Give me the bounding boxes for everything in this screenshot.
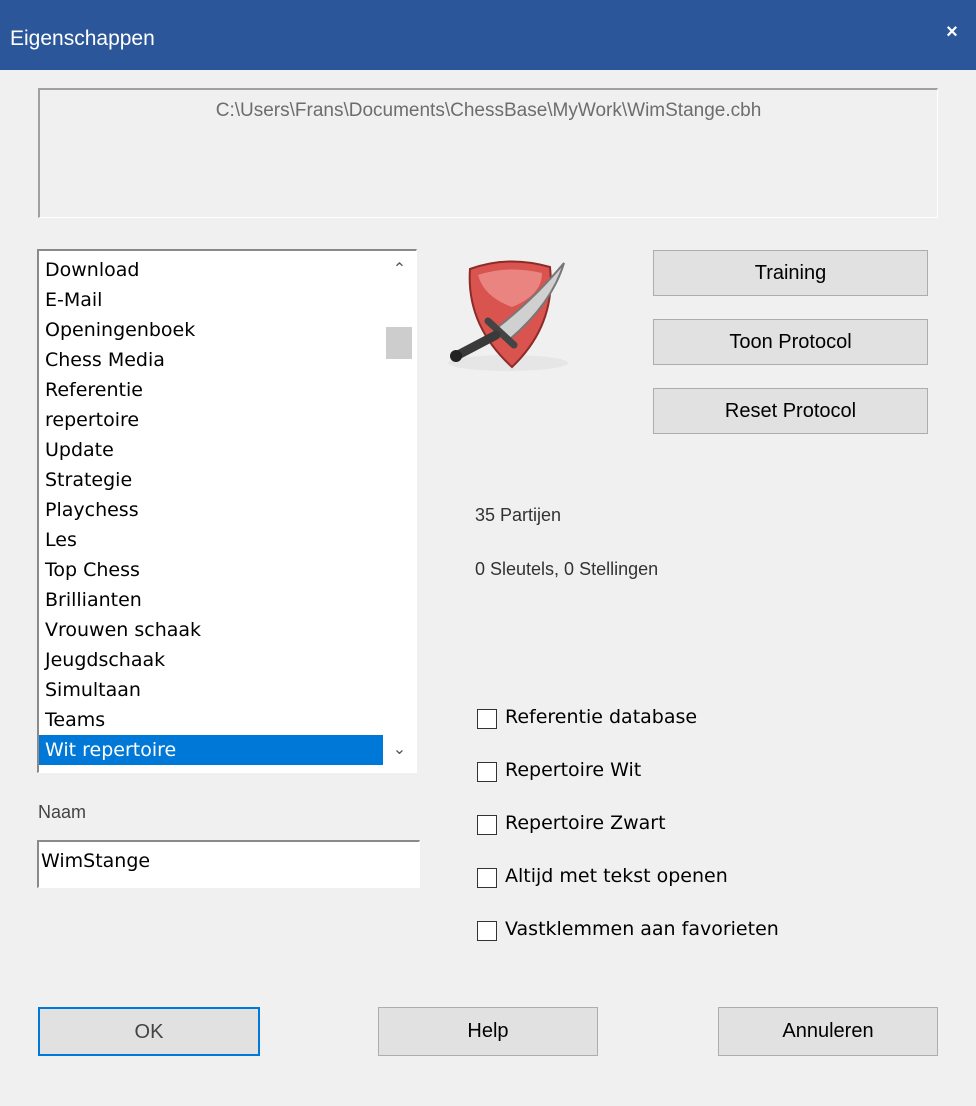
- list-item[interactable]: Wit repertoire: [39, 735, 387, 765]
- ok-button[interactable]: OK: [38, 1007, 260, 1056]
- show-protocol-button[interactable]: Toon Protocol: [653, 319, 928, 365]
- list-item[interactable]: Brillianten: [39, 585, 387, 615]
- list-item[interactable]: Simultaan: [39, 675, 387, 705]
- list-item[interactable]: Vrouwen schaak: [39, 615, 387, 645]
- help-button[interactable]: Help: [378, 1007, 598, 1056]
- reset-protocol-button[interactable]: Reset Protocol: [653, 388, 928, 434]
- list-item[interactable]: Top Chess: [39, 555, 387, 585]
- game-count: 35 Partijen: [475, 505, 562, 525]
- list-item[interactable]: Playchess: [39, 495, 387, 525]
- checkbox-box[interactable]: [477, 815, 497, 835]
- scroll-down-icon[interactable]: ⌄: [383, 735, 416, 765]
- repertoire-white-checkbox[interactable]: Repertoire Wit: [475, 751, 878, 795]
- list-item[interactable]: Chess Media: [39, 345, 387, 375]
- checkbox-label: Altijd met tekst openen: [505, 865, 728, 887]
- cancel-button[interactable]: Annuleren: [718, 1007, 938, 1056]
- name-label: Naam: [38, 802, 87, 822]
- list-item[interactable]: Download: [39, 255, 387, 285]
- list-scrollbar[interactable]: ⌃ ⌄: [383, 251, 416, 772]
- database-path: C:\Users\Frans\Documents\ChessBase\MyWor…: [215, 100, 762, 121]
- shield-sword-icon: [448, 260, 568, 371]
- list-item[interactable]: repertoire: [39, 405, 387, 435]
- title-bar: Eigenschappen ×: [0, 0, 976, 70]
- list-item[interactable]: Update: [39, 435, 387, 465]
- checkbox-box[interactable]: [477, 868, 497, 888]
- list-item[interactable]: Les: [39, 525, 387, 555]
- database-type-list[interactable]: Download E-Mail Openingenboek Chess Media Re…: [37, 249, 417, 773]
- list-item[interactable]: Strategie: [39, 465, 387, 495]
- checkbox-label: Vastklemmen aan favorieten: [505, 918, 779, 940]
- checkbox-box[interactable]: [477, 762, 497, 782]
- database-path-box: C:\Users\Frans\Documents\ChessBase\MyWor…: [38, 88, 938, 218]
- window-title: Eigenschappen: [10, 27, 155, 50]
- always-open-text-checkbox[interactable]: Altijd met tekst openen: [475, 857, 878, 901]
- close-icon[interactable]: ×: [938, 18, 966, 46]
- checkbox-label: Repertoire Zwart: [505, 812, 666, 834]
- list-item[interactable]: Teams: [39, 705, 387, 735]
- scroll-thumb[interactable]: [386, 327, 412, 359]
- checkbox-label: Repertoire Wit: [505, 759, 642, 781]
- list-item[interactable]: E-Mail: [39, 285, 387, 315]
- checkbox-label: Referentie database: [505, 706, 698, 728]
- pin-to-favorites-checkbox[interactable]: Vastklemmen aan favorieten: [475, 910, 878, 954]
- repertoire-black-checkbox[interactable]: Repertoire Zwart: [475, 804, 878, 848]
- list-item[interactable]: Jeugdschaak: [39, 645, 387, 675]
- list-items: Download E-Mail Openingenboek Chess Media Re…: [39, 255, 387, 765]
- list-item[interactable]: Openingenboek: [39, 315, 387, 345]
- list-item[interactable]: Referentie: [39, 375, 387, 405]
- reference-database-checkbox[interactable]: Referentie database: [475, 698, 878, 742]
- scroll-up-icon[interactable]: ⌃: [383, 255, 416, 285]
- checkbox-box[interactable]: [477, 709, 497, 729]
- name-input[interactable]: WimStange: [37, 840, 420, 888]
- key-position-count: 0 Sleutels, 0 Stellingen: [475, 559, 659, 579]
- training-button[interactable]: Training: [653, 250, 928, 296]
- checkbox-box[interactable]: [477, 921, 497, 941]
